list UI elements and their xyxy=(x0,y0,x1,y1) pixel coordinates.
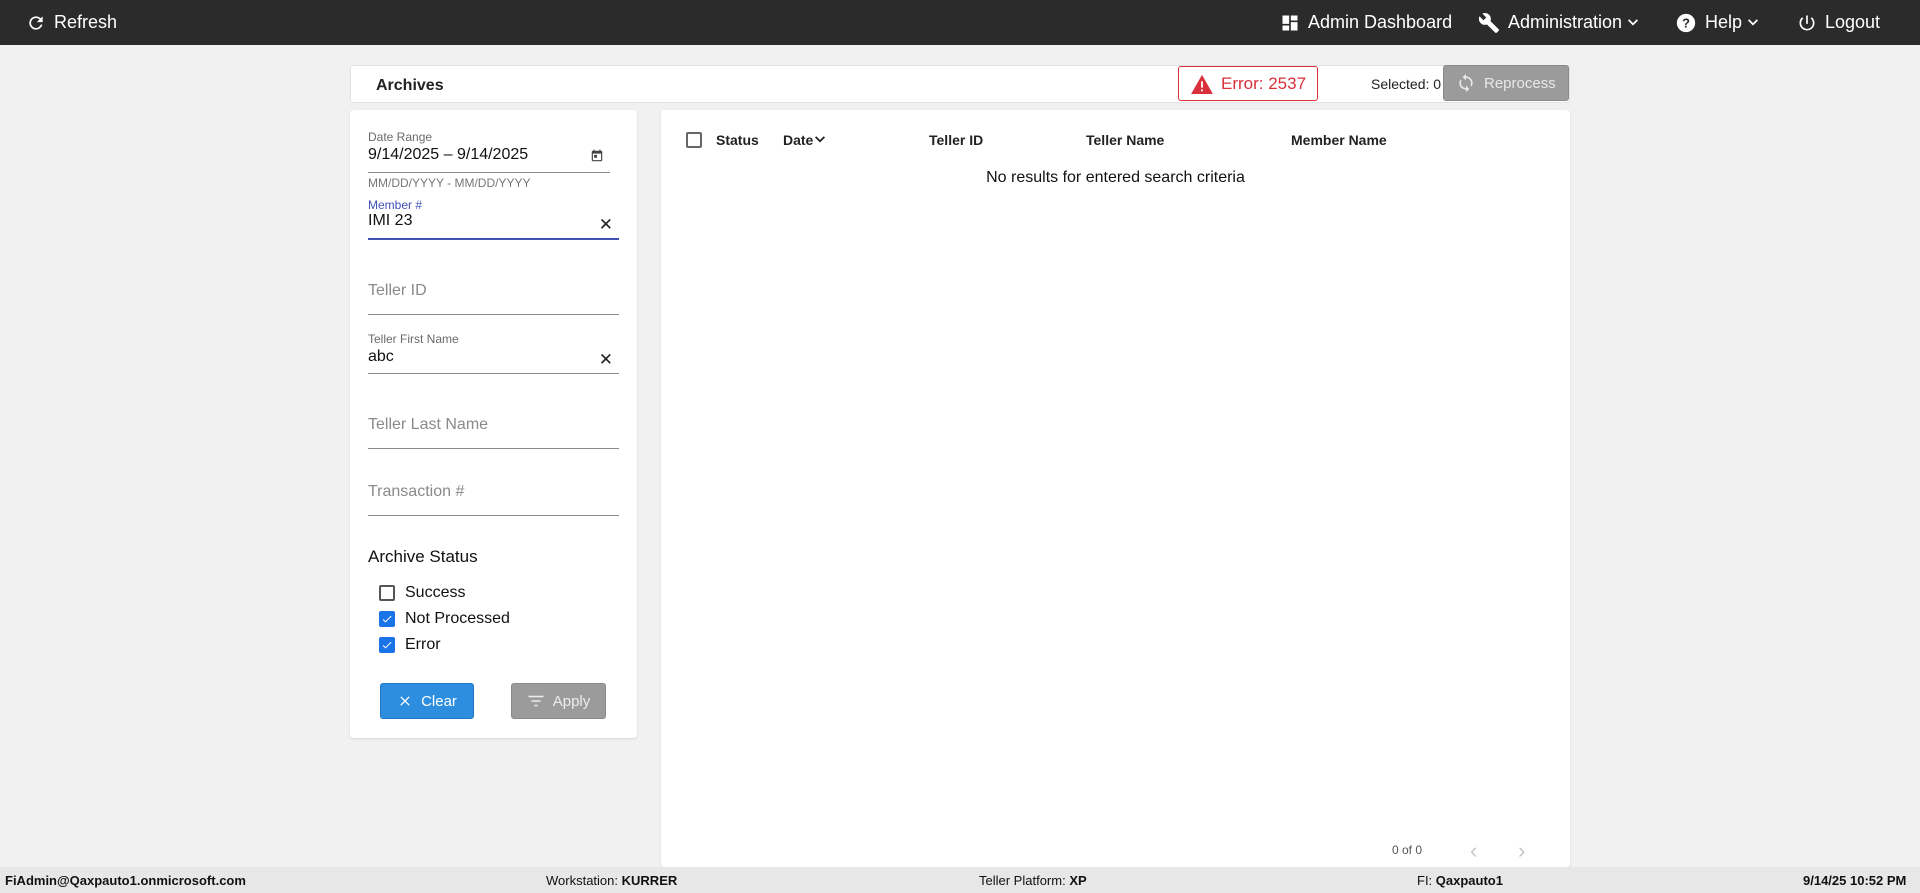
refresh-label: Refresh xyxy=(54,12,118,32)
filter-icon xyxy=(528,695,544,707)
refresh-button[interactable]: Refresh xyxy=(26,0,117,45)
refresh-icon xyxy=(29,15,43,30)
error-count-button[interactable]: Error: 2537 xyxy=(1178,66,1318,101)
dashboard-icon xyxy=(1282,15,1298,30)
workstation-label: Workstation: xyxy=(546,873,619,888)
success-label: Success xyxy=(405,584,466,601)
help-label: Help xyxy=(1705,12,1743,32)
warning-icon xyxy=(1191,74,1213,94)
transaction-number-input[interactable]: Transaction # xyxy=(368,483,619,501)
teller-first-name-label: Teller First Name xyxy=(368,332,459,346)
member-number-underline xyxy=(368,238,619,240)
column-header-status[interactable]: Status xyxy=(716,132,759,148)
member-number-label: Member # xyxy=(368,198,423,212)
fi-value: Qaxpauto1 xyxy=(1435,873,1503,888)
date-range-value: 9/14/2025 – 9/14/2025 xyxy=(368,146,529,163)
select-all-checkbox[interactable] xyxy=(686,132,702,148)
sort-descending-icon xyxy=(815,136,826,143)
column-header-member-name[interactable]: Member Name xyxy=(1291,132,1387,148)
calendar-icon[interactable] xyxy=(590,149,604,163)
error-checkbox[interactable] xyxy=(379,637,395,653)
teller-platform-label: Teller Platform: xyxy=(979,873,1066,888)
workstation-value: KURRER xyxy=(621,873,678,888)
top-navigation-bar: Refresh Admin Dashboard Administration ?… xyxy=(0,0,1920,45)
administration-label: Administration xyxy=(1508,12,1623,32)
checkmark-icon xyxy=(382,615,392,623)
pagination-count: 0 of 0 xyxy=(1392,843,1423,857)
column-header-date[interactable]: Date xyxy=(783,132,826,148)
column-header-date-label: Date xyxy=(783,132,814,148)
teller-last-name-field[interactable]: Teller Last Name xyxy=(368,416,619,450)
admin-dashboard-label: Admin Dashboard xyxy=(1308,12,1453,32)
teller-last-name-underline xyxy=(368,448,619,449)
empty-results-message: No results for entered search criteria xyxy=(986,169,1245,186)
transaction-number-field[interactable]: Transaction # xyxy=(368,483,619,517)
filter-panel: Date Range 9/14/2025 – 9/14/2025 MM/DD/Y… xyxy=(350,110,637,738)
logout-button[interactable]: Logout xyxy=(1797,0,1880,45)
close-icon xyxy=(400,696,410,706)
apply-label: Apply xyxy=(552,692,591,710)
apply-button[interactable]: Apply xyxy=(511,683,606,719)
date-range-label: Date Range xyxy=(368,130,433,144)
clear-label: Clear xyxy=(421,692,457,710)
page-title: Archives xyxy=(376,77,444,94)
help-menu[interactable]: ? Help xyxy=(1675,0,1759,45)
clear-button[interactable]: Clear xyxy=(380,683,474,719)
status-error-option[interactable]: Error xyxy=(379,636,441,654)
clear-member-icon[interactable]: ✕ xyxy=(599,215,613,235)
transaction-number-underline xyxy=(368,515,619,516)
reprocess-button[interactable]: Reprocess xyxy=(1443,65,1569,101)
member-number-field[interactable]: Member # IMI 23 ✕ xyxy=(368,198,619,240)
teller-first-name-underline xyxy=(368,373,619,374)
teller-platform-info: Teller Platform: XP xyxy=(979,873,1087,888)
administration-menu[interactable]: Administration xyxy=(1478,0,1639,45)
selected-count: Selected: 0 xyxy=(1371,76,1442,92)
date-range-underline xyxy=(368,172,610,173)
checkmark-icon xyxy=(382,641,392,649)
chevron-down-icon xyxy=(1748,18,1759,25)
teller-platform-value: XP xyxy=(1069,873,1087,888)
admin-dashboard-link[interactable]: Admin Dashboard xyxy=(1280,0,1452,45)
previous-page-icon[interactable]: ‹ xyxy=(1470,838,1477,864)
logout-label: Logout xyxy=(1825,12,1881,32)
error-label: Error xyxy=(405,636,441,653)
archive-status-title: Archive Status xyxy=(368,547,478,566)
workstation-info: Workstation: KURRER xyxy=(546,873,677,888)
status-not-processed-option[interactable]: Not Processed xyxy=(379,610,510,628)
member-number-input[interactable]: IMI 23 xyxy=(368,212,619,230)
date-format-hint: MM/DD/YYYY - MM/DD/YYYY xyxy=(368,176,531,190)
teller-first-name-input[interactable]: abc xyxy=(368,348,619,366)
clear-teller-first-name-icon[interactable]: ✕ xyxy=(599,350,613,370)
teller-first-name-field[interactable]: Teller First Name abc ✕ xyxy=(368,332,619,374)
help-icon: ? xyxy=(1676,13,1696,32)
logged-in-user: FiAdmin@Qaxpauto1.onmicrosoft.com xyxy=(5,873,246,888)
fi-label: FI: xyxy=(1417,873,1433,888)
reprocess-label: Reprocess xyxy=(1484,74,1556,92)
column-header-teller-id[interactable]: Teller ID xyxy=(929,132,983,148)
not-processed-checkbox[interactable] xyxy=(379,611,395,627)
not-processed-label: Not Processed xyxy=(405,610,510,627)
success-checkbox[interactable] xyxy=(379,585,395,601)
wrench-icon xyxy=(1478,12,1500,33)
teller-id-input[interactable]: Teller ID xyxy=(368,282,619,300)
date-range-field[interactable]: Date Range 9/14/2025 – 9/14/2025 xyxy=(368,130,610,173)
sync-icon xyxy=(1459,73,1473,93)
status-success-option[interactable]: Success xyxy=(379,584,465,602)
chevron-down-icon xyxy=(1628,18,1639,25)
teller-last-name-input[interactable]: Teller Last Name xyxy=(368,416,619,434)
svg-text:?: ? xyxy=(1682,15,1690,30)
next-page-icon[interactable]: › xyxy=(1518,838,1525,864)
teller-id-underline xyxy=(368,314,619,315)
column-header-teller-name[interactable]: Teller Name xyxy=(1086,132,1164,148)
current-datetime: 9/14/25 10:52 PM xyxy=(1803,873,1907,888)
error-count-label: Error: 2537 xyxy=(1221,73,1307,93)
power-icon xyxy=(1799,15,1815,30)
status-bar: FiAdmin@Qaxpauto1.onmicrosoft.com Workst… xyxy=(0,867,1920,893)
teller-id-field[interactable]: Teller ID xyxy=(368,282,619,316)
fi-info: FI: Qaxpauto1 xyxy=(1417,873,1503,888)
results-table: Status Date Teller ID Teller Name Member… xyxy=(661,110,1570,867)
archives-header: Archives Error: 2537 Selected: 0 Reproce… xyxy=(350,65,1570,103)
